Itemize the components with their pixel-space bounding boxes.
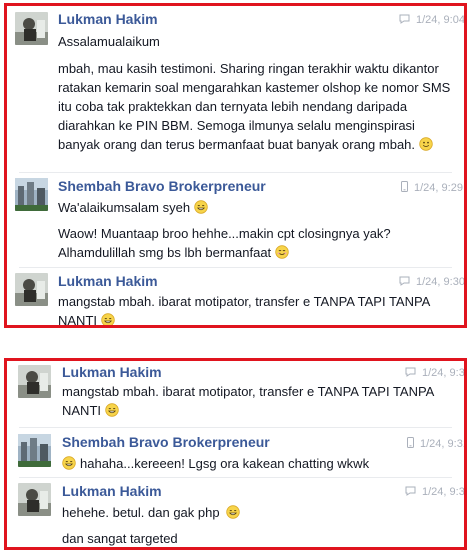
- grin-emoji-icon: [194, 200, 208, 214]
- sender-name[interactable]: Lukman Hakim: [62, 483, 162, 499]
- mobile-icon: [401, 181, 408, 195]
- message-text: hehehe. betul. dan gak php: [62, 503, 452, 522]
- smile-emoji-icon: [419, 137, 433, 151]
- message-text: Wa'alaikumsalam syeh: [58, 198, 453, 217]
- grin-emoji-icon: [105, 403, 119, 417]
- message-lukman-2: Lukman Hakim 1/24, 9:30 mangstab mbah. i…: [7, 267, 465, 328]
- message-shembah-1: Shembah Bravo Brokerpreneur 1/24, 9:29 W…: [7, 172, 464, 267]
- avatar-shembah[interactable]: [18, 434, 51, 467]
- message-text: hahaha...kereeen! Lgsg ora kakean chatti…: [62, 454, 452, 473]
- message-lukman-3: Lukman Hakim 1/24, 9:30 mangstab mbah. i…: [7, 361, 464, 427]
- message-meta: 1/24, 9:31: [407, 437, 467, 451]
- message-meta: 1/24, 9:32: [405, 486, 467, 499]
- message-text: dan sangat targeted: [62, 531, 178, 546]
- sender-name[interactable]: Lukman Hakim: [62, 364, 162, 380]
- message-time: 1/24, 9:31: [420, 438, 467, 450]
- message-text: mangstab mbah. ibarat motipator, transfe…: [62, 384, 434, 418]
- message-text: Waow! Muantaap broo hehhe...makin cpt cl…: [58, 226, 391, 260]
- avatar-shembah[interactable]: [15, 178, 48, 211]
- message-time: 1/24, 9:04: [416, 14, 465, 26]
- message-time: 1/24, 9:30: [416, 276, 465, 288]
- message-shembah-2: Shembah Bravo Brokerpreneur 1/24, 9:31 h…: [7, 427, 464, 477]
- chat-icon: [405, 367, 416, 380]
- message-text: Assalamualaikum: [58, 34, 160, 49]
- message-lukman-1: Lukman Hakim 1/24, 9:04 Assalamualaikum …: [7, 6, 464, 172]
- message-time: 1/24, 9:30: [422, 367, 467, 379]
- chat-icon: [399, 276, 410, 289]
- message-text: mbah, mau kasih testimoni. Sharing ringa…: [58, 61, 451, 152]
- message-meta: 1/24, 9:30: [405, 367, 467, 380]
- grin-emoji-icon: [225, 505, 240, 519]
- avatar-lukman[interactable]: [18, 483, 51, 516]
- happy-emoji-icon: [275, 245, 289, 259]
- avatar-lukman[interactable]: [15, 12, 48, 45]
- sender-name[interactable]: Shembah Bravo Brokerpreneur: [58, 178, 266, 194]
- sender-name[interactable]: Lukman Hakim: [58, 273, 158, 289]
- message-text: mangstab mbah. ibarat motipator, transfe…: [58, 294, 430, 328]
- grin-emoji-icon: [101, 313, 115, 325]
- message-meta: 1/24, 9:30: [399, 276, 465, 289]
- chat-icon: [399, 14, 410, 27]
- message-meta: 1/24, 9:04: [399, 14, 465, 27]
- chat-icon: [405, 486, 416, 499]
- avatar-lukman[interactable]: [15, 273, 48, 306]
- message-time: 1/24, 9:32: [422, 486, 467, 498]
- message-time: 1/24, 9:29: [414, 182, 463, 194]
- sender-name[interactable]: Lukman Hakim: [58, 11, 158, 27]
- message-lukman-4: Lukman Hakim 1/24, 9:32 hehehe. betul. d…: [7, 477, 464, 547]
- avatar-lukman[interactable]: [18, 365, 51, 398]
- grin-emoji-icon: [62, 456, 76, 470]
- conversation-panel-bottom: Lukman Hakim 1/24, 9:30 mangstab mbah. i…: [4, 358, 467, 550]
- mobile-icon: [407, 437, 414, 451]
- sender-name[interactable]: Shembah Bravo Brokerpreneur: [62, 434, 270, 450]
- conversation-panel-top: Lukman Hakim 1/24, 9:04 Assalamualaikum …: [4, 3, 467, 328]
- message-meta: 1/24, 9:29: [401, 181, 463, 195]
